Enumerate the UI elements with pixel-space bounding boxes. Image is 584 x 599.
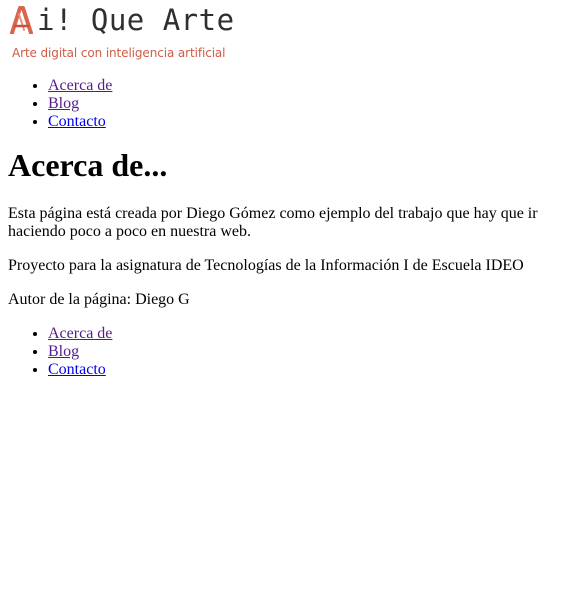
nav-item-contacto: Contacto (48, 113, 576, 131)
nav-link-contacto[interactable]: Contacto (48, 113, 106, 130)
page-title: Acerca de... (8, 147, 168, 183)
site-logo[interactable]: i! Que Arte Arte digital con inteligenci… (10, 0, 234, 62)
footer-nav-item-blog: Blog (48, 343, 576, 361)
site-header: i! Que Arte Arte digital con inteligenci… (8, 0, 576, 131)
footer-nav-item-contacto: Contacto (48, 361, 576, 379)
nav-link-blog[interactable]: Blog (48, 95, 79, 112)
nav-link-acerca[interactable]: Acerca de (48, 77, 112, 94)
logo-a-icon (10, 6, 33, 34)
site-footer: Acerca de Blog Contacto (8, 325, 576, 379)
nav-item-blog: Blog (48, 95, 576, 113)
page: i! Que Arte Arte digital con inteligenci… (0, 0, 584, 379)
footer-nav: Acerca de Blog Contacto (8, 325, 576, 379)
project-paragraph: Proyecto para la asignatura de Tecnologí… (8, 257, 524, 274)
nav-item-acerca: Acerca de (48, 77, 576, 95)
author-paragraph: Autor de la página: Diego G (8, 291, 190, 308)
footer-link-contacto[interactable]: Contacto (48, 361, 106, 378)
footer-link-blog[interactable]: Blog (48, 343, 79, 360)
logo-subtitle: Arte digital con inteligencia artificial (12, 46, 226, 60)
footer-link-acerca[interactable]: Acerca de (48, 325, 112, 342)
top-nav: Acerca de Blog Contacto (8, 77, 576, 131)
footer-nav-item-acerca: Acerca de (48, 325, 576, 343)
main-content: Acerca de... Esta página está creada por… (8, 147, 576, 309)
intro-paragraph: Esta página está creada por Diego Gómez … (8, 205, 538, 240)
logo-title: i! Que Arte (37, 3, 235, 37)
